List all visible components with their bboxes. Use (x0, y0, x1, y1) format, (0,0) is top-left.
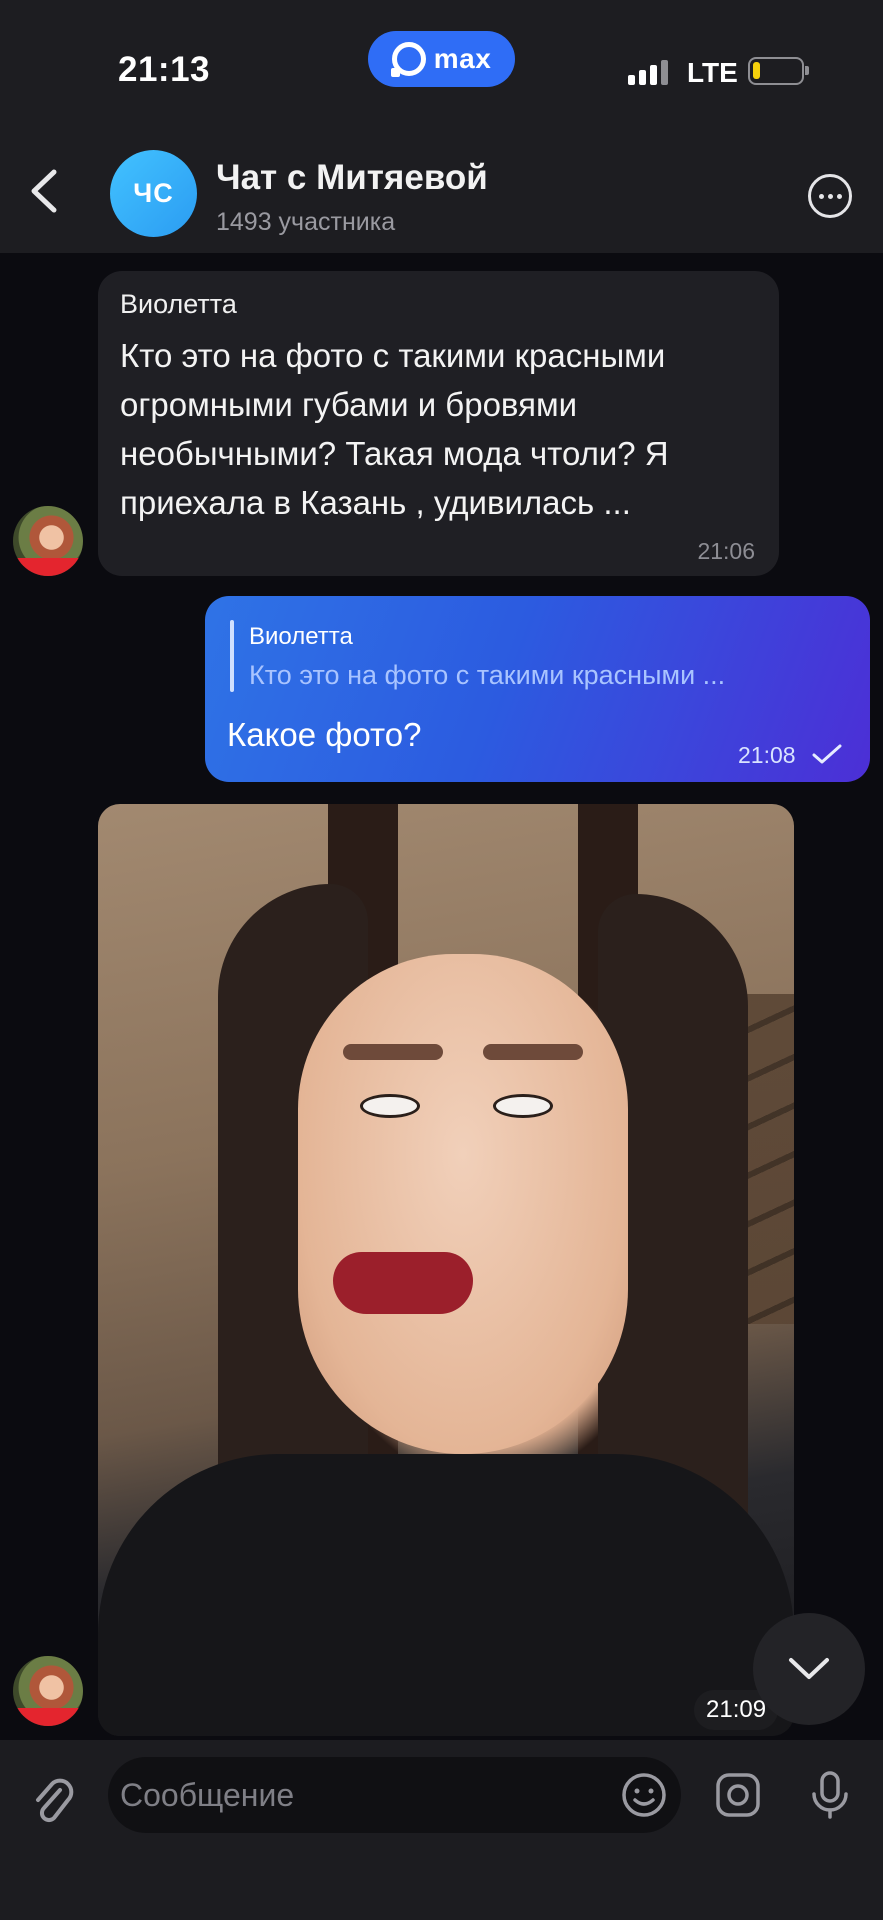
photo-lips (333, 1252, 473, 1314)
photo-hoodie (98, 1454, 794, 1736)
outgoing-message[interactable]: Виолетта Кто это на фото с такими красны… (205, 596, 870, 782)
checkmark-icon (812, 744, 842, 764)
reply-quote-sender[interactable]: Виолетта (249, 623, 353, 651)
paperclip-icon[interactable] (30, 1776, 76, 1830)
photo-message[interactable]: 21:09 (98, 804, 794, 1736)
message-composer (0, 1740, 883, 1920)
sender-avatar[interactable] (13, 1656, 83, 1726)
battery-icon (748, 57, 809, 85)
message-text: Какое фото? (227, 716, 422, 753)
participants-count: 1493 участника (216, 208, 396, 236)
sender-avatar[interactable] (13, 506, 83, 576)
photo-brow (343, 1044, 443, 1060)
microphone-icon[interactable] (808, 1770, 852, 1820)
scroll-down-button[interactable] (753, 1613, 865, 1725)
message-input[interactable] (108, 1757, 681, 1833)
message-text: Кто это на фото с такими красными огромн… (120, 337, 669, 521)
network-type: LTE (687, 57, 738, 88)
photo-face (298, 954, 628, 1454)
max-logo-icon (390, 42, 426, 77)
top-bar: 21:13 max LTE ЧС Чат с Митяевой 1493 уча… (0, 0, 883, 253)
emoji-icon[interactable] (621, 1772, 667, 1818)
status-time: 21:13 (118, 50, 211, 89)
max-app-badge[interactable]: max (368, 31, 515, 87)
photo-brow (483, 1044, 583, 1060)
message-time: 21:08 (738, 742, 796, 768)
photo-eye (360, 1094, 420, 1118)
message-time: 21:06 (697, 538, 755, 564)
battery-level (753, 62, 760, 79)
max-app-label: max (433, 43, 492, 74)
chat-title[interactable]: Чат с Митяевой (216, 158, 488, 198)
message-sender[interactable]: Виолетта (120, 289, 237, 320)
chevron-down-icon (789, 1658, 829, 1679)
chevron-left-icon[interactable] (22, 166, 66, 216)
camera-icon[interactable] (715, 1772, 761, 1818)
incoming-message[interactable]: Виолетта Кто это на фото с такими красны… (98, 271, 779, 576)
reply-quote-text[interactable]: Кто это на фото с такими красными ... (249, 660, 725, 691)
photo-eye (493, 1094, 553, 1118)
chat-avatar[interactable]: ЧС (110, 150, 197, 237)
signal-icon (628, 60, 668, 85)
reply-quote-bar (230, 620, 234, 692)
more-icon[interactable] (808, 174, 852, 218)
